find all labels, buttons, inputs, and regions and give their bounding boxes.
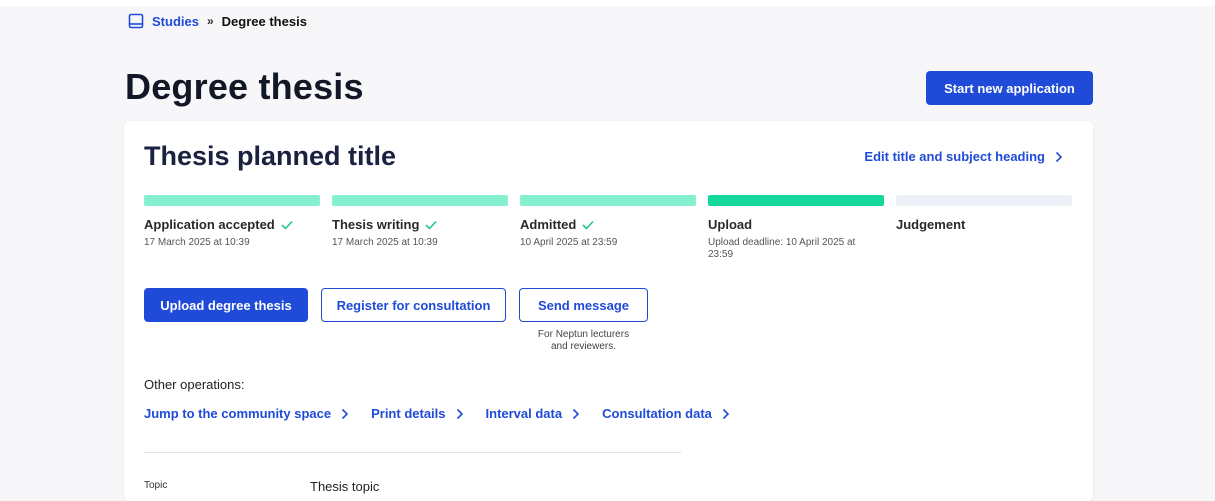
community-space-link[interactable]: Jump to the community space (144, 406, 349, 421)
step-label: Application accepted (144, 217, 275, 232)
breadcrumb-separator: » (206, 14, 214, 28)
thesis-title: Thesis planned title (144, 141, 397, 171)
chevron-right-icon (572, 408, 580, 420)
chevron-right-icon (341, 408, 349, 420)
step-bar (520, 195, 696, 206)
send-message-button[interactable]: Send message (519, 288, 648, 322)
breadcrumb: Studies » Degree thesis (128, 12, 307, 30)
step-bar (144, 195, 320, 206)
step-label: Admitted (520, 217, 577, 232)
step-date: 17 March 2025 at 10:39 (144, 237, 250, 248)
step-bar (896, 195, 1072, 206)
step-bar (332, 195, 508, 206)
step-admitted: Admitted 10 April 2025 at 23:59 (520, 195, 696, 261)
breadcrumb-studies-link[interactable]: Studies (152, 14, 199, 29)
start-new-application-button[interactable]: Start new application (926, 71, 1093, 105)
topic-label: Topic (144, 480, 168, 491)
thesis-actions: Upload degree thesis Register for consul… (144, 288, 648, 353)
step-date: 10 April 2025 at 23:59 (520, 237, 618, 248)
step-label: Thesis writing (332, 217, 420, 232)
link-label: Print details (371, 406, 446, 421)
send-message-group: Send message For Neptun lecturers and re… (519, 288, 648, 353)
thesis-card: Thesis planned title Edit title and subj… (124, 121, 1093, 501)
link-label: Consultation data (602, 406, 712, 421)
consultation-data-link[interactable]: Consultation data (602, 406, 730, 421)
step-date: 17 March 2025 at 10:39 (332, 237, 438, 248)
send-message-note: For Neptun lecturers and reviewers. (537, 329, 630, 352)
step-upload: Upload Upload deadline: 10 April 2025 at… (708, 195, 884, 261)
top-strip (0, 0, 1215, 6)
step-judgement: Judgement (896, 195, 1072, 261)
check-icon (425, 220, 437, 230)
check-icon (281, 220, 293, 230)
chevron-right-icon (1055, 151, 1063, 163)
edit-title-link[interactable]: Edit title and subject heading (864, 149, 1063, 164)
book-icon (128, 13, 144, 29)
step-date: Upload deadline: 10 April 2025 at 23:59 (708, 237, 856, 260)
print-details-link[interactable]: Print details (371, 406, 463, 421)
link-label: Jump to the community space (144, 406, 332, 421)
other-operations-links: Jump to the community space Print detail… (144, 406, 730, 421)
breadcrumb-current: Degree thesis (221, 13, 307, 29)
upload-thesis-button[interactable]: Upload degree thesis (144, 288, 308, 322)
step-label: Judgement (896, 217, 966, 232)
step-bar (708, 195, 884, 206)
other-operations-label: Other operations: (144, 377, 245, 392)
chevron-right-icon (722, 408, 730, 420)
step-application-accepted: Application accepted 17 March 2025 at 10… (144, 195, 320, 261)
step-thesis-writing: Thesis writing 17 March 2025 at 10:39 (332, 195, 508, 261)
section-divider (144, 452, 681, 453)
topic-value: Thesis topic (310, 479, 380, 494)
chevron-right-icon (456, 408, 464, 420)
register-consultation-button[interactable]: Register for consultation (321, 288, 506, 322)
page-title: Degree thesis (125, 66, 364, 107)
progress-steps: Application accepted 17 March 2025 at 10… (144, 195, 1074, 261)
check-icon (582, 220, 594, 230)
step-label: Upload (708, 217, 753, 232)
edit-title-label: Edit title and subject heading (864, 149, 1045, 164)
link-label: Interval data (485, 406, 563, 421)
interval-data-link[interactable]: Interval data (486, 406, 581, 421)
